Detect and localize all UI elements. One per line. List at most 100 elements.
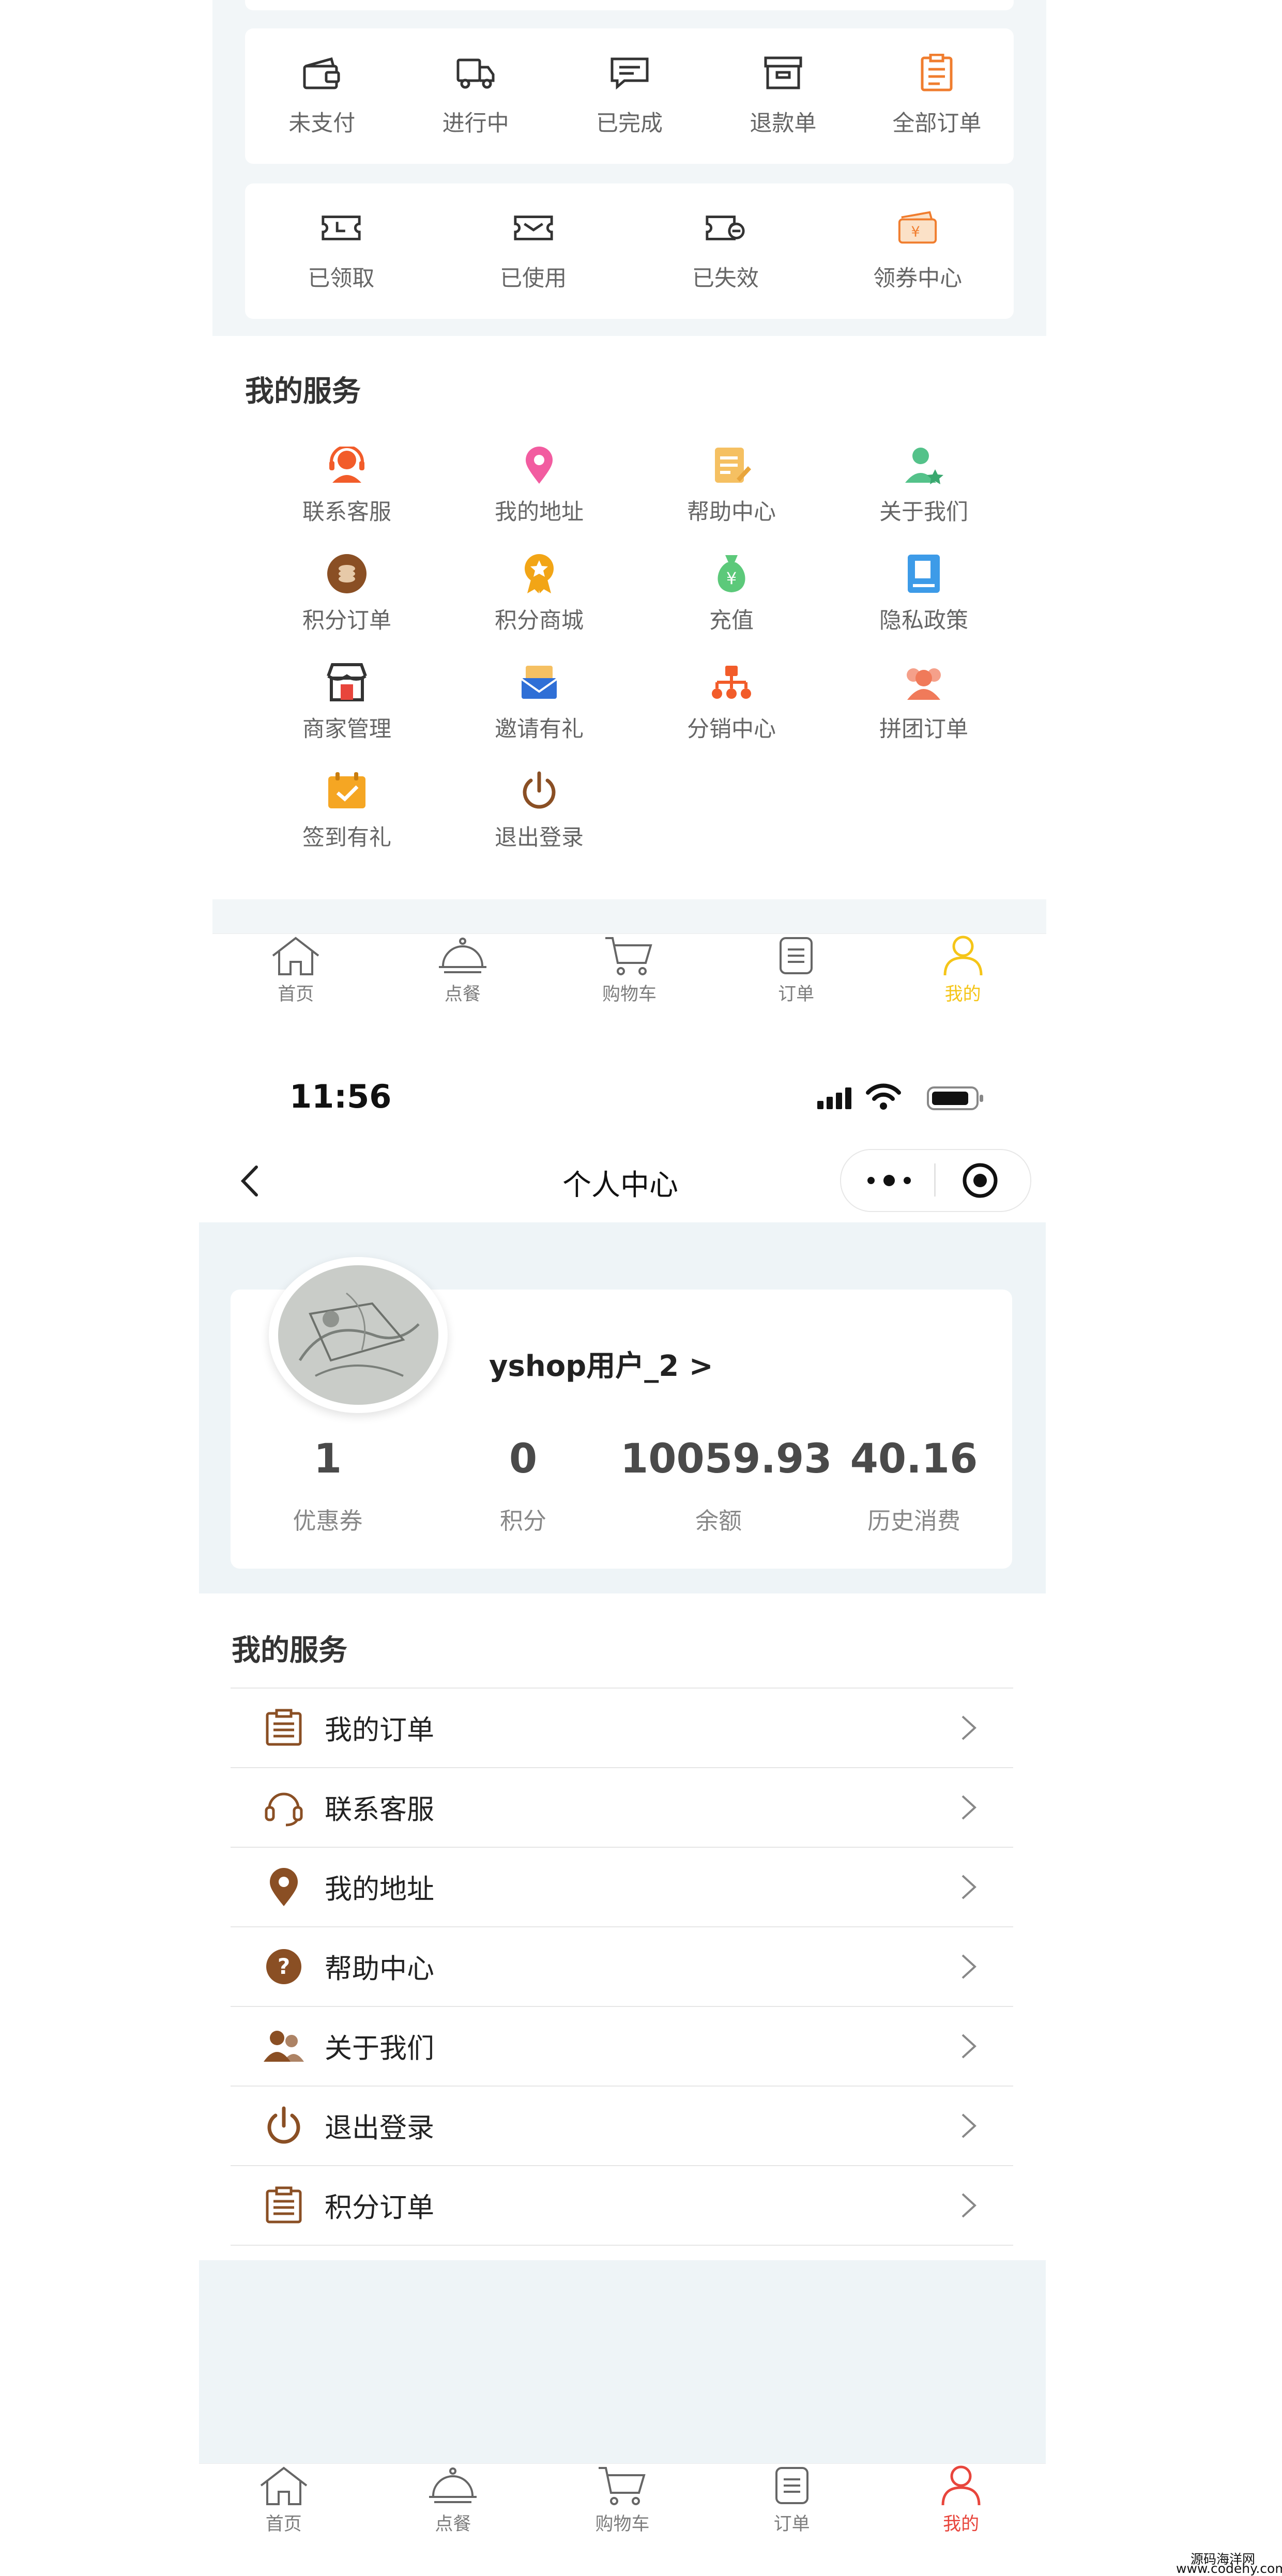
- service-logout[interactable]: 退出登录: [443, 769, 635, 863]
- order-tab-completed[interactable]: 已完成: [553, 28, 706, 137]
- list-item-points-orders[interactable]: 积分订单: [231, 2166, 1013, 2246]
- service-distribution[interactable]: 分销中心: [635, 661, 828, 755]
- list-item-label: 我的地址: [325, 1874, 434, 1905]
- service-contact[interactable]: 联系客服: [251, 443, 443, 538]
- coupon-tab-center[interactable]: ¥ 领券中心: [821, 183, 1014, 293]
- list-item-address[interactable]: 我的地址: [231, 1848, 1013, 1927]
- user-name-link[interactable]: yshop用户_2 >: [489, 1343, 713, 1385]
- stat-balance[interactable]: 10059.93 余额: [620, 1436, 832, 1536]
- service-checkin[interactable]: 签到有礼: [251, 769, 443, 863]
- svg-text:?: ?: [278, 1954, 290, 1979]
- signal-wifi-battery-icon: [817, 1083, 983, 1110]
- order-tab-all[interactable]: 全部订单: [860, 28, 1014, 137]
- tab-home[interactable]: 首页: [199, 2464, 369, 2574]
- coupon-tab-used[interactable]: 已使用: [437, 183, 630, 293]
- stat-value: 1: [313, 1436, 342, 1482]
- tab-cart[interactable]: 购物车: [538, 2464, 707, 2574]
- medal-icon: [517, 552, 561, 595]
- tab-orders[interactable]: 订单: [707, 2464, 877, 2574]
- tab-mine[interactable]: 我的: [876, 2464, 1046, 2574]
- list-item-contact[interactable]: 联系客服: [231, 1768, 1013, 1848]
- service-label: 拼团订单: [879, 716, 968, 742]
- tab-order-food[interactable]: 点餐: [369, 2464, 538, 2574]
- list-item-about[interactable]: 关于我们: [231, 2007, 1013, 2087]
- more-button[interactable]: [866, 1168, 912, 1193]
- stat-value: 40.16: [850, 1436, 978, 1482]
- list-item-logout[interactable]: 退出登录: [231, 2087, 1013, 2166]
- svg-text:¥: ¥: [726, 569, 737, 588]
- stat-history-spend[interactable]: 40.16 历史消费: [816, 1436, 1012, 1536]
- service-label: 商家管理: [302, 716, 391, 742]
- service-privacy[interactable]: 隐私政策: [828, 552, 1020, 646]
- truck-icon: [454, 52, 497, 94]
- service-group-order[interactable]: 拼团订单: [828, 661, 1020, 755]
- tab-order-food[interactable]: 点餐: [379, 934, 546, 1049]
- stat-label: 历史消费: [867, 1507, 960, 1535]
- chevron-left-icon: [240, 1166, 258, 1197]
- service-points-order[interactable]: 积分订单: [251, 552, 443, 646]
- service-address[interactable]: 我的地址: [443, 443, 635, 538]
- services-title: 我的服务: [245, 375, 361, 408]
- service-invite[interactable]: 邀请有礼: [443, 661, 635, 755]
- service-merchant[interactable]: 商家管理: [251, 661, 443, 755]
- archive-icon: [762, 52, 804, 94]
- order-list-icon: [770, 934, 822, 977]
- back-button[interactable]: [237, 1163, 263, 1199]
- tab-bar-b: 首页 点餐 购物车 订单 我的: [199, 2463, 1046, 2574]
- service-recharge[interactable]: ¥ 充值: [635, 552, 828, 646]
- target-circle-icon: [963, 1163, 998, 1198]
- list-item-help[interactable]: ? 帮助中心: [231, 1927, 1013, 2007]
- ticket-expired-icon: [704, 207, 746, 249]
- tab-label: 我的: [944, 984, 981, 1005]
- mini-program-capsule: [840, 1149, 1031, 1212]
- stat-label: 余额: [695, 1507, 742, 1535]
- order-tab-label: 全部订单: [892, 111, 982, 136]
- tab-label: 订单: [773, 2514, 810, 2535]
- order-tab-label: 退款单: [750, 111, 817, 136]
- home-icon: [270, 934, 322, 977]
- user-icon: [935, 2464, 987, 2507]
- customer-service-icon: [325, 443, 369, 487]
- tab-orders[interactable]: 订单: [713, 934, 880, 1049]
- about-user-icon: [902, 443, 945, 487]
- services-panel: 我的服务 联系客服 我的地址 帮助中心 关于我们 积分订单 积分商城 ¥ 充值 …: [212, 336, 1046, 899]
- tab-label: 首页: [278, 984, 314, 1005]
- list-item-label: 退出登录: [325, 2112, 434, 2144]
- stat-coupons[interactable]: 1 优惠券: [230, 1436, 426, 1536]
- clipboard-icon: [915, 52, 958, 94]
- order-tab-refund[interactable]: 退款单: [706, 28, 860, 137]
- list-item-my-orders[interactable]: 我的订单: [231, 1689, 1013, 1768]
- tab-cart[interactable]: 购物车: [546, 934, 713, 1049]
- svg-text:¥: ¥: [911, 224, 920, 240]
- coupon-tab-label: 领券中心: [873, 266, 963, 292]
- service-points-mall[interactable]: 积分商城: [443, 552, 635, 646]
- cart-icon: [597, 2464, 648, 2507]
- status-icons: [814, 1082, 990, 1113]
- avatar[interactable]: [269, 1257, 448, 1413]
- services-list-panel: 我的服务 我的订单 联系客服 我的地址 ? 帮助中心 关于我们 退出登录 积分订…: [199, 1593, 1046, 2260]
- chevron-right-icon: [962, 2034, 976, 2059]
- service-about[interactable]: 关于我们: [828, 443, 1020, 538]
- power-icon: [262, 2104, 306, 2148]
- stat-value: 10059.93: [620, 1436, 832, 1482]
- message-icon: [608, 52, 651, 94]
- tab-home[interactable]: 首页: [212, 934, 379, 1049]
- service-help[interactable]: 帮助中心: [635, 443, 828, 538]
- chevron-right-icon: [962, 1715, 976, 1740]
- stat-value: 0: [509, 1436, 538, 1482]
- coupon-tab-received[interactable]: 已领取: [245, 183, 437, 293]
- stat-points[interactable]: 0 积分: [425, 1436, 621, 1536]
- service-label: 帮助中心: [687, 499, 776, 525]
- ticket-icon: [320, 207, 362, 249]
- order-tab-in-progress[interactable]: 进行中: [399, 28, 552, 137]
- order-tab-label: 已完成: [596, 111, 663, 136]
- tab-label: 首页: [265, 2514, 302, 2535]
- tab-mine[interactable]: 我的: [879, 934, 1046, 1049]
- close-mini-program-button[interactable]: [961, 1161, 999, 1200]
- service-label: 联系客服: [302, 499, 391, 525]
- order-tab-unpaid[interactable]: 未支付: [245, 28, 399, 137]
- coupon-tab-expired[interactable]: 已失效: [630, 183, 822, 293]
- page-title: 个人中心: [562, 1169, 678, 1202]
- user-icon: [937, 934, 989, 977]
- service-label: 充值: [709, 608, 754, 634]
